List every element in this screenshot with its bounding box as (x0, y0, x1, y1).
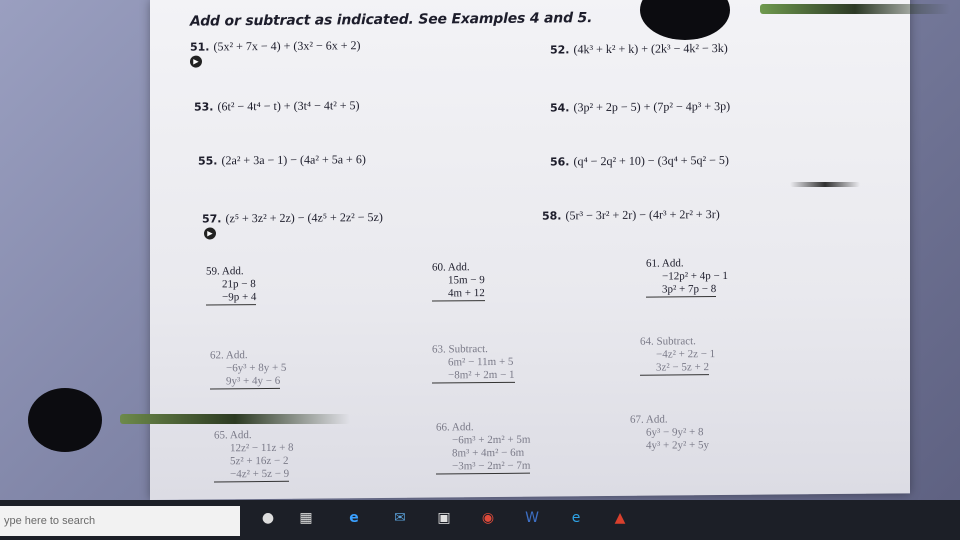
problem-55: 55. (2a² + 3a − 1) − (4a² + 5a + 6) (198, 152, 366, 168)
windows-taskbar: ype here to search ● ▦ e ✉ ▣ ◉ W e ▲ (0, 500, 960, 540)
problem-56: 56. (q⁴ − 2q² + 10) − (3q⁴ + 5q² − 5) (550, 152, 729, 169)
problem-67: 67. Add. 6y³ − 9y² + 8 4y³ + 2y² + 5y (630, 413, 710, 452)
textbook-page: Add or subtract as indicated. See Exampl… (150, 0, 910, 500)
pdf-icon[interactable]: ▲ (610, 508, 630, 528)
word-icon[interactable]: W (522, 508, 542, 528)
problem-59: 59. Add. 21p − 8 −9p + 4 (206, 265, 257, 306)
problem-52: 52. (4k³ + k² + k) + (2k³ − 4k² − 3k) (550, 40, 728, 57)
problem-53: 53. (6t² − 4t⁴ − t) + (3t⁴ − 4t² + 5) (194, 98, 360, 114)
taskbar-search-box[interactable]: ype here to search (0, 506, 240, 536)
camera-artifact (28, 388, 102, 452)
problem-60: 60. Add. 15m − 9 4m + 12 (432, 261, 485, 302)
problem-54: 54. (3p² + 2p − 5) + (7p² − 4p³ + 3p) (550, 98, 731, 115)
chrome-icon[interactable]: ◉ (478, 508, 498, 528)
problem-58: 58. (5r³ − 3r² + 2r) − (4r³ + 2r² + 3r) (542, 207, 720, 223)
glare-artifact (120, 414, 350, 424)
problem-62: 62. Add. −6y³ + 8y + 5 9y³ + 4y − 6 (210, 349, 286, 390)
glare-artifact (790, 182, 860, 187)
ie-icon[interactable]: e (566, 508, 586, 528)
task-view-icon[interactable]: ▦ (296, 508, 316, 528)
glare-artifact (760, 4, 950, 14)
problem-57: 57. (z⁵ + 3z² + 2z) − (4z⁵ + 2z² − 5z) (202, 209, 383, 226)
problem-63: 63. Subtract. 6m² − 11m + 5 −8m² + 2m − … (432, 343, 515, 384)
microphone-icon[interactable]: ● (258, 508, 278, 528)
store-icon[interactable]: ▣ (434, 508, 454, 528)
problem-61: 61. Add. −12p² + 4p − 1 3p² + 7p − 8 (646, 257, 728, 298)
play-video-icon[interactable]: ▶ (190, 55, 202, 68)
mail-icon[interactable]: ✉ (390, 508, 410, 528)
problem-65: 65. Add. 12z² − 11z + 8 5z² + 16z − 2 −4… (214, 429, 294, 483)
problem-51: 51. (5x² + 7x − 4) + (3x² − 6x + 2) (190, 38, 361, 54)
edge-icon[interactable]: e (344, 508, 364, 528)
problem-64: 64. Subtract. −4z² + 2z − 1 3z² − 5z + 2 (640, 335, 715, 376)
instructions-heading: Add or subtract as indicated. See Exampl… (190, 10, 593, 30)
play-video-icon[interactable]: ▶ (204, 227, 216, 240)
problem-66: 66. Add. −6m³ + 2m² + 5m 8m³ + 4m² − 6m … (436, 421, 531, 475)
